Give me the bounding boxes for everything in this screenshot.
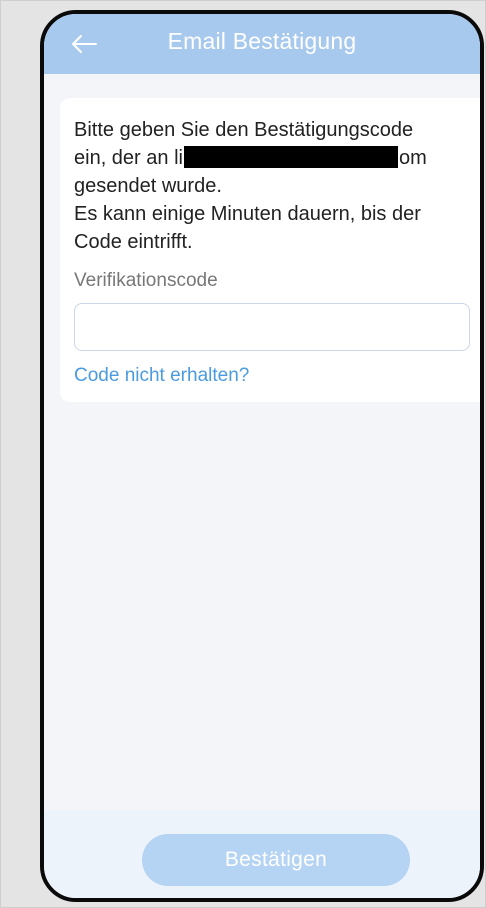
- verification-code-input[interactable]: [74, 303, 470, 351]
- app-header: Email Bestätigung: [44, 14, 480, 74]
- instruction-line-2-suffix: om: [398, 147, 427, 169]
- phone-frame: Email Bestätigung Bitte geben Sie den Be…: [40, 10, 484, 902]
- resend-code-link[interactable]: Code nicht erhalten?: [74, 365, 249, 387]
- page-title: Email Bestätigung: [167, 28, 357, 54]
- instruction-line-4: Es kann einige Minuten dauern, bis der: [74, 203, 421, 225]
- instruction-line-2-prefix: ein, der an li: [74, 147, 183, 169]
- instruction-line-2: ein, der an li om: [74, 144, 480, 172]
- instruction-text: Bitte geben Sie den Bestätigungscode ein…: [74, 116, 480, 256]
- footer-bar: Bestätigen: [44, 810, 480, 898]
- redacted-email: [183, 146, 398, 168]
- instruction-line-3: gesendet wurde.: [74, 175, 222, 197]
- verification-card: Bitte geben Sie den Bestätigungscode ein…: [60, 98, 480, 402]
- confirm-button[interactable]: Bestätigen: [142, 834, 410, 886]
- instruction-line-5: Code eintrifft.: [74, 231, 193, 253]
- code-field-label: Verifikationscode: [74, 270, 218, 291]
- instruction-line-1: Bitte geben Sie den Bestätigungscode: [74, 119, 414, 141]
